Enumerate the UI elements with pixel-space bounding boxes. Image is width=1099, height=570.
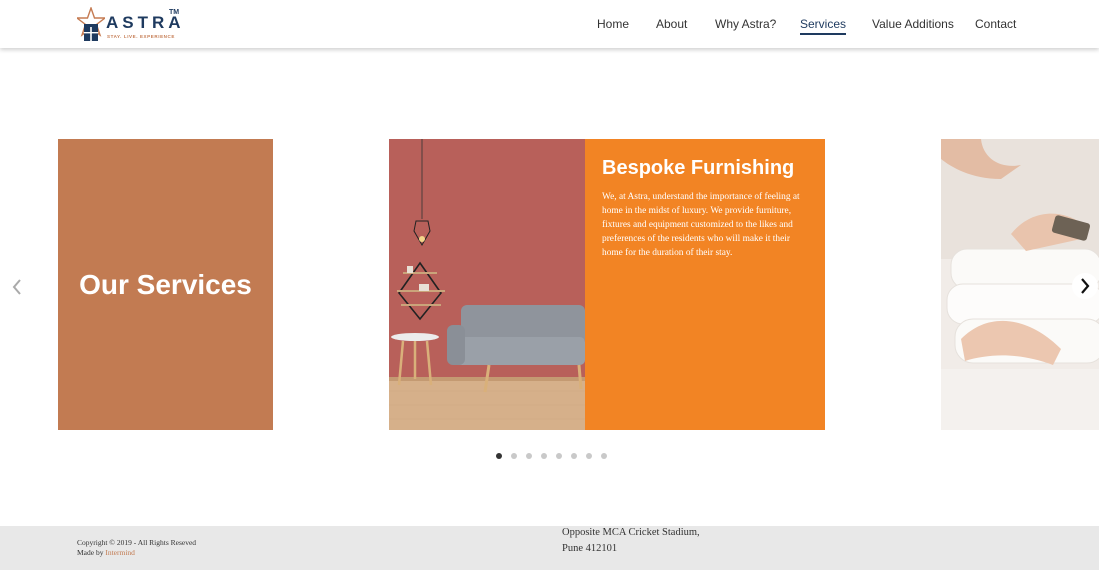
nav-value-additions[interactable]: Value Additions: [872, 17, 954, 31]
carousel-dot-2[interactable]: [511, 453, 517, 459]
footer-copyright-block: Copyright © 2019 - All Rights Reseved Ma…: [77, 538, 196, 558]
carousel-dot-5[interactable]: [556, 453, 562, 459]
carousel-dot-3[interactable]: [526, 453, 532, 459]
nav-about[interactable]: About: [656, 17, 687, 31]
our-services-card: Our Services: [58, 139, 273, 430]
star-house-icon: [77, 7, 105, 41]
service-slide-bespoke-furnishing[interactable]: Bespoke Furnishing We, at Astra, underst…: [389, 139, 825, 430]
address-line-2: Pune 412101: [562, 543, 618, 554]
slide-title: Bespoke Furnishing: [602, 157, 795, 179]
site-footer: Copyright © 2019 - All Rights Reseved Ma…: [0, 526, 1099, 570]
living-room-image: [389, 139, 585, 430]
logo-tagline: STAY. LIVE. EXPERIENCE: [107, 34, 175, 39]
nav-home[interactable]: Home: [597, 17, 629, 31]
nav-why-astra[interactable]: Why Astra?: [715, 17, 776, 31]
slide-description-panel: Bespoke Furnishing We, at Astra, underst…: [585, 139, 825, 430]
carousel-dot-1[interactable]: [496, 453, 502, 459]
slide-body: We, at Astra, understand the importance …: [602, 192, 800, 258]
our-services-heading: Our Services: [79, 268, 252, 300]
carousel-prev-button[interactable]: [8, 275, 26, 299]
astra-logo[interactable]: ASTRA TM STAY. LIVE. EXPERIENCE: [77, 7, 187, 43]
carousel-dot-8[interactable]: [601, 453, 607, 459]
nav-contact[interactable]: Contact: [975, 17, 1016, 31]
nav-services[interactable]: Services: [800, 17, 847, 35]
address-line-1: Opposite MCA Cricket Stadium,: [562, 527, 700, 538]
chevron-left-icon: [12, 279, 21, 295]
carousel-dot-6[interactable]: [571, 453, 577, 459]
intermind-link[interactable]: Intermind: [105, 548, 135, 557]
made-by-line: Made by Intermind: [77, 548, 196, 558]
site-header: ASTRA TM STAY. LIVE. EXPERIENCE Home Abo…: [0, 0, 1099, 48]
chevron-right-icon: [1081, 278, 1090, 294]
logo-trademark: TM: [169, 9, 180, 16]
footer-address: Opposite MCA Cricket Stadium, Pune 41210…: [562, 525, 700, 557]
carousel-dot-7[interactable]: [586, 453, 592, 459]
carousel-dots: [494, 453, 614, 461]
carousel-next-button[interactable]: [1072, 273, 1098, 299]
made-by-label: Made by: [77, 548, 106, 557]
logo-name: ASTRA: [106, 13, 185, 32]
carousel-dot-4[interactable]: [541, 453, 547, 459]
copyright-text: Copyright © 2019 - All Rights Reseved: [77, 538, 197, 547]
